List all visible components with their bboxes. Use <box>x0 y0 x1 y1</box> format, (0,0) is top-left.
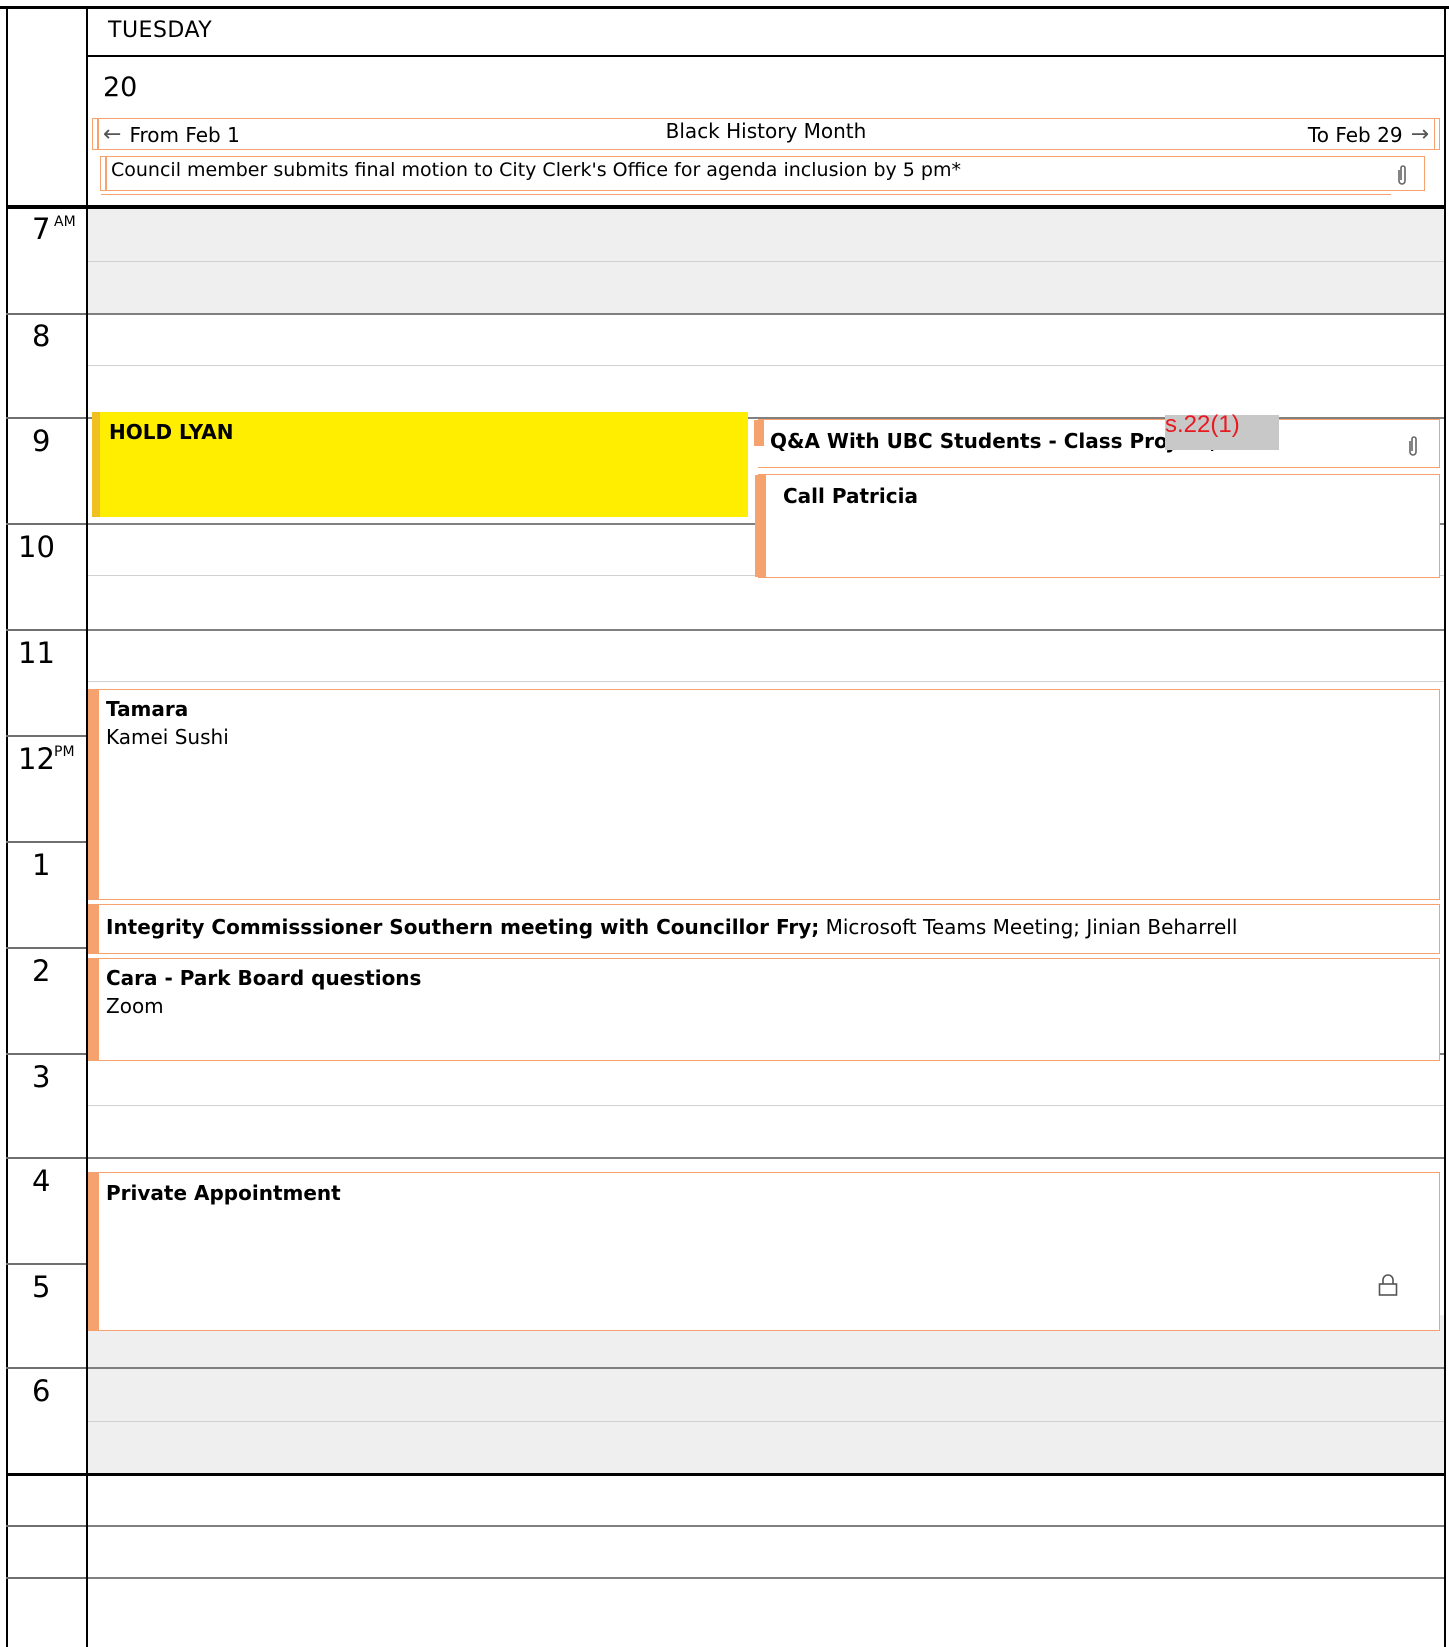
paperclip-icon <box>1409 436 1417 456</box>
gutter-hour-line <box>6 523 86 525</box>
event-title: Cara - Park Board questions <box>106 966 422 990</box>
gutter-hour-line <box>6 1263 86 1265</box>
all-day-banner-event[interactable]: ← From Feb 1 Black History Month To Feb … <box>92 118 1440 150</box>
all-day-event-title: Council member submits final motion to C… <box>111 159 961 181</box>
extra-row-gutter-line <box>6 1577 86 1579</box>
calendar-frame-right <box>1444 6 1446 1647</box>
event-title: Tamara <box>106 697 189 721</box>
gutter-hour-line <box>6 629 86 631</box>
hour-line <box>88 313 1444 315</box>
gutter-hour-line <box>6 1367 86 1369</box>
all-day-event-underline <box>101 193 1391 195</box>
event-color-bar <box>89 690 99 899</box>
half-hour-line <box>88 681 1444 682</box>
event-location: Zoom <box>106 994 164 1018</box>
event-color-bar <box>89 905 99 953</box>
event-hold-lyan[interactable]: HOLD LYAN <box>92 412 748 517</box>
banner-next-label: To Feb 29 <box>1307 122 1403 147</box>
event-color-bar <box>754 420 764 446</box>
arrow-right-icon: → <box>1410 122 1429 147</box>
event-title: Private Appointment <box>106 1181 341 1205</box>
half-hour-line <box>88 1105 1444 1106</box>
calendar-frame-left <box>6 6 8 1647</box>
event-title: HOLD LYAN <box>109 420 234 444</box>
event-call-patricia[interactable]: Call Patricia <box>755 474 1440 578</box>
gutter-hour-line <box>6 841 86 843</box>
all-day-event-edge <box>105 157 107 190</box>
half-hour-line <box>88 1421 1444 1422</box>
header-divider <box>87 55 1444 57</box>
calendar-frame-top <box>0 6 1449 9</box>
event-tamara[interactable]: Tamara Kamei Sushi <box>88 689 1440 900</box>
event-private-appointment[interactable]: Private Appointment <box>88 1172 1440 1331</box>
hour-line <box>88 1157 1444 1159</box>
gutter-hour-line <box>6 313 86 315</box>
redaction-label: s.22(1) <box>1165 411 1240 438</box>
event-color-bar <box>89 1173 99 1330</box>
all-day-event[interactable]: Council member submits final motion to C… <box>100 156 1425 195</box>
event-title: Call Patricia <box>783 484 918 508</box>
lock-icon <box>1378 1274 1398 1296</box>
banner-title: Black History Month <box>665 119 867 143</box>
event-details: Microsoft Teams Meeting; Jinian Beharrel… <box>819 915 1238 939</box>
half-hour-line <box>88 261 1444 262</box>
event-integrity-commissioner[interactable]: Integrity Commisssioner Southern meeting… <box>88 904 1440 954</box>
event-color-bar <box>755 475 766 577</box>
extra-row-line <box>88 1577 1444 1579</box>
event-color-bar <box>89 959 99 1060</box>
gutter-hour-line <box>6 417 86 419</box>
event-cara-park-board[interactable]: Cara - Park Board questions Zoom <box>88 958 1440 1061</box>
banner-next-link[interactable]: To Feb 29 → <box>1308 122 1429 147</box>
event-summary: Integrity Commisssioner Southern meeting… <box>106 915 1237 939</box>
gutter-hour-line <box>6 1053 86 1055</box>
gutter-hour-line <box>6 735 86 737</box>
grid-bottom-border <box>6 1473 1446 1476</box>
paperclip-icon <box>1398 165 1406 185</box>
half-hour-line <box>88 365 1444 366</box>
event-title: Integrity Commisssioner Southern meeting… <box>106 915 820 939</box>
date-number[interactable]: 20 <box>103 72 137 103</box>
extra-row-gutter-line <box>6 1525 86 1527</box>
hour-line <box>88 629 1444 631</box>
extra-row-line <box>88 1525 1444 1527</box>
day-name-header[interactable]: TUESDAY <box>108 18 212 43</box>
gutter-hour-line <box>6 1157 86 1159</box>
event-location: Kamei Sushi <box>106 725 229 749</box>
event-qa-ubc-students[interactable]: Q&A With UBC Students - Class Project; <box>754 419 1440 468</box>
event-title: Q&A With UBC Students - Class Project; <box>770 429 1218 453</box>
cursor-marker <box>86 365 88 417</box>
gutter-hour-line <box>6 947 86 949</box>
